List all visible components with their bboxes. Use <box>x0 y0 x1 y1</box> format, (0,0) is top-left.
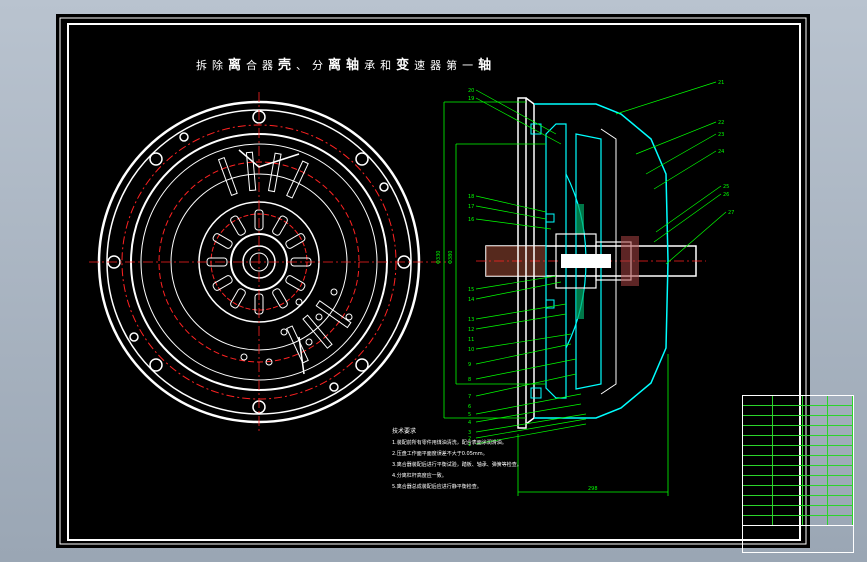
callout: 14 <box>468 297 474 303</box>
callout: 25 <box>723 184 729 190</box>
callout: 11 <box>468 337 474 343</box>
callout: 8 <box>468 377 471 383</box>
callout: 24 <box>718 149 724 155</box>
callout: 19 <box>468 96 474 102</box>
callout: 9 <box>468 362 471 368</box>
callout: 26 <box>723 192 729 198</box>
notes-heading: 技术要求 <box>392 428 417 435</box>
note-line: 2.压盘工作面平面度误差不大于0.05mm。 <box>392 451 488 457</box>
dim-label: Φ330 <box>436 251 442 264</box>
callout: 17 <box>468 204 474 210</box>
dim-label: Φ380 <box>448 251 454 264</box>
note-line: 1.装配前所有零件用煤油清洗，配合表面涂润滑油。 <box>392 440 507 446</box>
note-line: 3.离合器装配后进行平衡试验，踏板、轴承、弹簧等检查。 <box>392 462 522 468</box>
callout: 27 <box>728 210 734 216</box>
technical-notes: 技术要求 1.装配前所有零件用煤油清洗，配合表面涂润滑油。 2.压盘工作面平面度… <box>392 426 592 494</box>
callout: 20 <box>468 88 474 94</box>
callout: 7 <box>468 394 471 400</box>
title-block <box>743 525 853 552</box>
callout: 18 <box>468 194 474 200</box>
callout: 10 <box>468 347 474 353</box>
callouts-left: 20 19 18 17 16 15 14 13 12 11 10 9 8 7 6… <box>468 88 474 448</box>
drawing-sheet: 21 22 23 24 25 26 27 20 19 18 17 16 15 1… <box>56 14 854 553</box>
parts-list-table <box>742 395 854 553</box>
callout: 5 <box>468 412 471 418</box>
callout: 22 <box>718 120 724 126</box>
callout: 6 <box>468 404 471 410</box>
callout: 15 <box>468 287 474 293</box>
front-view <box>89 92 449 432</box>
cad-viewport: 21 22 23 24 25 26 27 20 19 18 17 16 15 1… <box>0 0 867 562</box>
callout: 21 <box>718 80 724 86</box>
callout: 23 <box>718 132 724 138</box>
drawing-title: 拆除离合器壳、分离轴承和变速器第一轴 <box>196 58 497 73</box>
callout: 13 <box>468 317 474 323</box>
callouts-right: 21 22 23 24 25 26 27 <box>718 80 734 216</box>
note-line: 4.分离杠杆高度应一致。 <box>392 473 447 479</box>
callout: 16 <box>468 217 474 223</box>
note-line: 5.离合器总成装配后应进行静平衡检查。 <box>392 484 482 490</box>
callout: 12 <box>468 327 474 333</box>
